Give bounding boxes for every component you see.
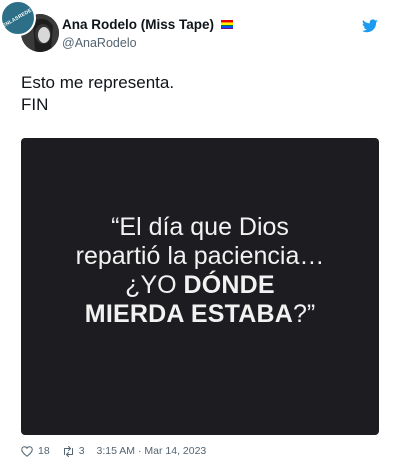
twitter-bird-icon[interactable]	[362, 19, 378, 33]
heart-icon	[21, 445, 33, 457]
timestamp[interactable]: 3:15 AM · Mar 14, 2023	[97, 445, 207, 457]
author-block[interactable]: Ana Rodelo (Miss Tape) @AnaRodelo	[62, 16, 234, 51]
quote-line-3: ¿YO DÓNDE	[21, 271, 379, 300]
tweet-footer: 18 3 3:15 AM · Mar 14, 2023	[21, 444, 206, 458]
quote-line-1: “El día que Dios	[111, 213, 289, 241]
tweet-card: VISTOENLASREDES.COM Ana Rodelo (Miss Tap…	[0, 0, 400, 471]
quote-line-3-normal: ¿YO	[125, 271, 184, 299]
quote-line-4-bold: MIERDA ESTABA	[84, 300, 293, 328]
tweet-text-line: FIN	[21, 95, 49, 114]
watermark-badge: VISTOENLASREDES.COM	[0, 0, 48, 37]
retweet-action[interactable]: 3	[62, 445, 85, 457]
pride-flag-icon	[221, 20, 234, 29]
tweet-text: Esto me representa. FIN	[21, 72, 174, 116]
tweet-image[interactable]: “El día que Dios repartió la paciencia… …	[21, 138, 379, 435]
quote-line-3-bold: DÓNDE	[183, 271, 275, 299]
like-count: 18	[38, 445, 50, 457]
quote-line-2: repartió la paciencia…	[75, 242, 325, 270]
retweet-count: 3	[78, 445, 85, 457]
retweet-icon	[63, 445, 73, 457]
tweet-text-line: Esto me representa.	[21, 73, 175, 92]
like-action[interactable]: 18	[21, 445, 50, 457]
handle[interactable]: @AnaRodelo	[62, 35, 233, 51]
image-quote: “El día que Dios repartió la paciencia… …	[21, 213, 379, 329]
quote-line-4: MIERDA ESTABA?”	[21, 300, 379, 329]
quote-line-4-end: ?”	[292, 300, 316, 328]
display-name[interactable]: Ana Rodelo (Miss Tape)	[62, 16, 214, 33]
